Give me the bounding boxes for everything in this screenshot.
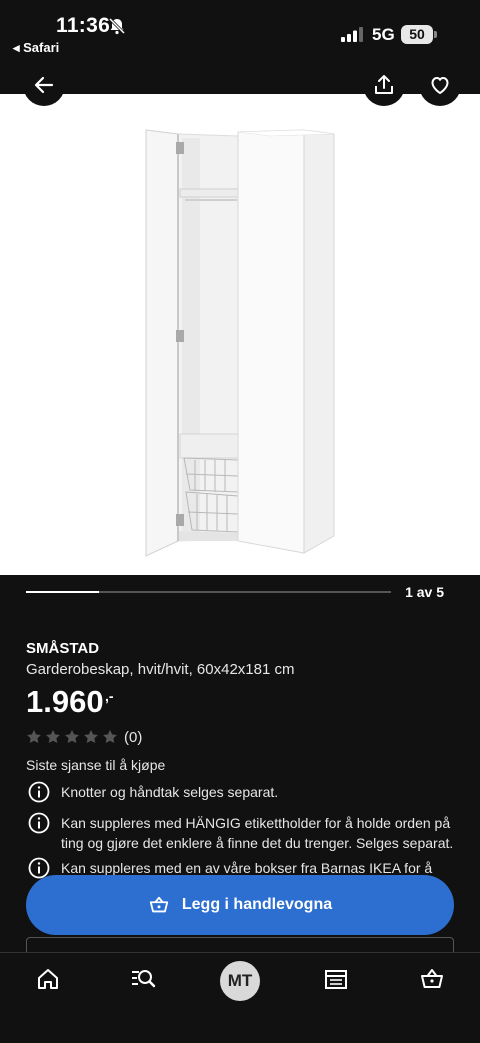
store-icon[interactable] xyxy=(323,966,349,992)
battery-level: 50 xyxy=(401,25,433,44)
battery-icon: 50 xyxy=(401,25,437,44)
favorite-button[interactable] xyxy=(419,64,461,106)
avatar[interactable]: MT xyxy=(220,961,260,1001)
signal-icon xyxy=(341,27,363,42)
search-list-icon[interactable] xyxy=(130,966,156,992)
basket-icon[interactable] xyxy=(419,966,445,992)
info-icon xyxy=(28,781,50,803)
status-bar: 11:36 ◂ Safari 5G 50 xyxy=(0,0,480,94)
back-arrow-icon xyxy=(34,76,54,94)
heart-icon xyxy=(431,77,449,94)
back-button[interactable] xyxy=(23,64,65,106)
price-suffix: ,- xyxy=(105,688,114,704)
bell-muted-icon xyxy=(108,17,126,35)
back-to-safari-link[interactable]: ◂ Safari xyxy=(13,40,59,56)
add-to-cart-button[interactable]: Legg i handlevogna xyxy=(26,875,454,935)
product-image-carousel[interactable] xyxy=(0,94,480,575)
info-icon xyxy=(28,812,50,834)
star-icon xyxy=(46,730,60,743)
basket-icon xyxy=(149,896,169,913)
info-note-text: Kan suppleres med HÄNGIG etikettholder f… xyxy=(61,815,454,851)
share-button[interactable] xyxy=(363,64,405,106)
carousel-progress xyxy=(26,591,391,593)
bottom-nav: MT xyxy=(0,952,480,1043)
star-icon xyxy=(27,730,41,743)
home-icon[interactable] xyxy=(35,966,61,992)
carousel-counter: 1 av 5 xyxy=(405,584,444,600)
star-icon xyxy=(103,730,117,743)
rating-stars[interactable] xyxy=(26,729,118,745)
info-note-text: Knotter og håndtak selges separat. xyxy=(61,784,279,800)
review-count[interactable]: (0) xyxy=(124,729,142,746)
add-to-cart-label: Legg i handlevogna xyxy=(181,896,333,913)
star-icon xyxy=(65,730,79,743)
status-time: 11:36 xyxy=(56,14,111,37)
product-name[interactable]: SMÅSTAD xyxy=(26,640,99,657)
product-description: Garderobeskap, hvit/hvit, 60x42x181 cm xyxy=(26,661,295,678)
network-type: 5G xyxy=(372,25,395,44)
wardrobe-image xyxy=(145,129,335,557)
availability-note: Siste sjanse til å kjøpe xyxy=(26,757,166,773)
carousel-progress-fill xyxy=(26,591,99,593)
product-price: 1.960 xyxy=(26,684,104,719)
star-icon xyxy=(84,730,98,743)
share-icon xyxy=(375,75,393,94)
